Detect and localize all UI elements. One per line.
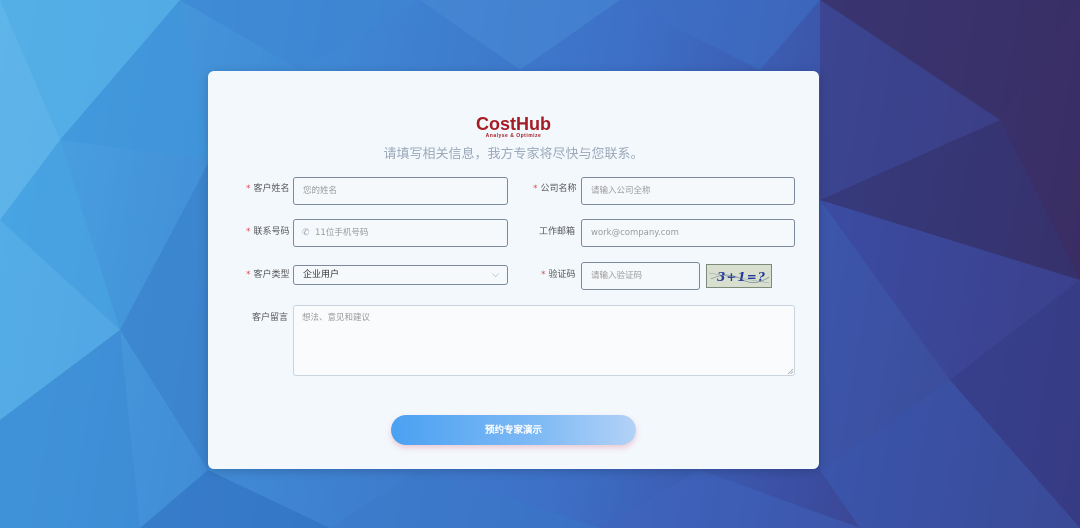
phone-input[interactable]: ✆ 11位手机号码 — [293, 219, 508, 247]
message-textarea[interactable]: 想法、意见和建议 — [293, 305, 795, 376]
resize-handle-icon[interactable] — [787, 368, 793, 374]
company-name-input[interactable]: 请输入公司全称 — [581, 177, 795, 205]
customer-type-label: * 客户类型 — [246, 270, 290, 280]
customer-name-input[interactable]: 您的姓名 — [293, 177, 508, 205]
email-input[interactable]: work@company.com — [581, 219, 795, 247]
chevron-down-icon: ⌵ — [492, 270, 499, 280]
brand-tagline: Analyse & Optimize — [485, 133, 542, 139]
company-name-label: * 公司名称 — [533, 184, 577, 194]
email-label: 工作邮箱 — [539, 227, 576, 237]
message-label: 客户留言 — [252, 313, 289, 323]
captcha-text: 3+1=? — [717, 270, 766, 284]
brand-name: CostHub — [476, 114, 551, 134]
booking-form-card: CostHub Analyse & Optimize 请填写相关信息，我方专家将… — [208, 71, 819, 469]
customer-name-label: * 客户姓名 — [246, 184, 290, 194]
phone-label: * 联系号码 — [246, 227, 290, 237]
form-subtitle: 请填写相关信息，我方专家将尽快与您联系。 — [383, 147, 644, 162]
captcha-drawing: 3+1=? — [708, 270, 770, 284]
book-demo-button[interactable]: 预约专家演示 — [391, 415, 636, 445]
customer-type-select[interactable]: 企业用户 ⌵ — [293, 265, 508, 285]
captcha-image[interactable]: 3+1=? — [706, 264, 772, 288]
captcha-input[interactable]: 请输入验证码 — [581, 262, 700, 290]
captcha-label: * 验证码 — [541, 270, 576, 280]
brand-logo: CostHub — [208, 115, 819, 134]
phone-icon: ✆ — [302, 228, 310, 238]
